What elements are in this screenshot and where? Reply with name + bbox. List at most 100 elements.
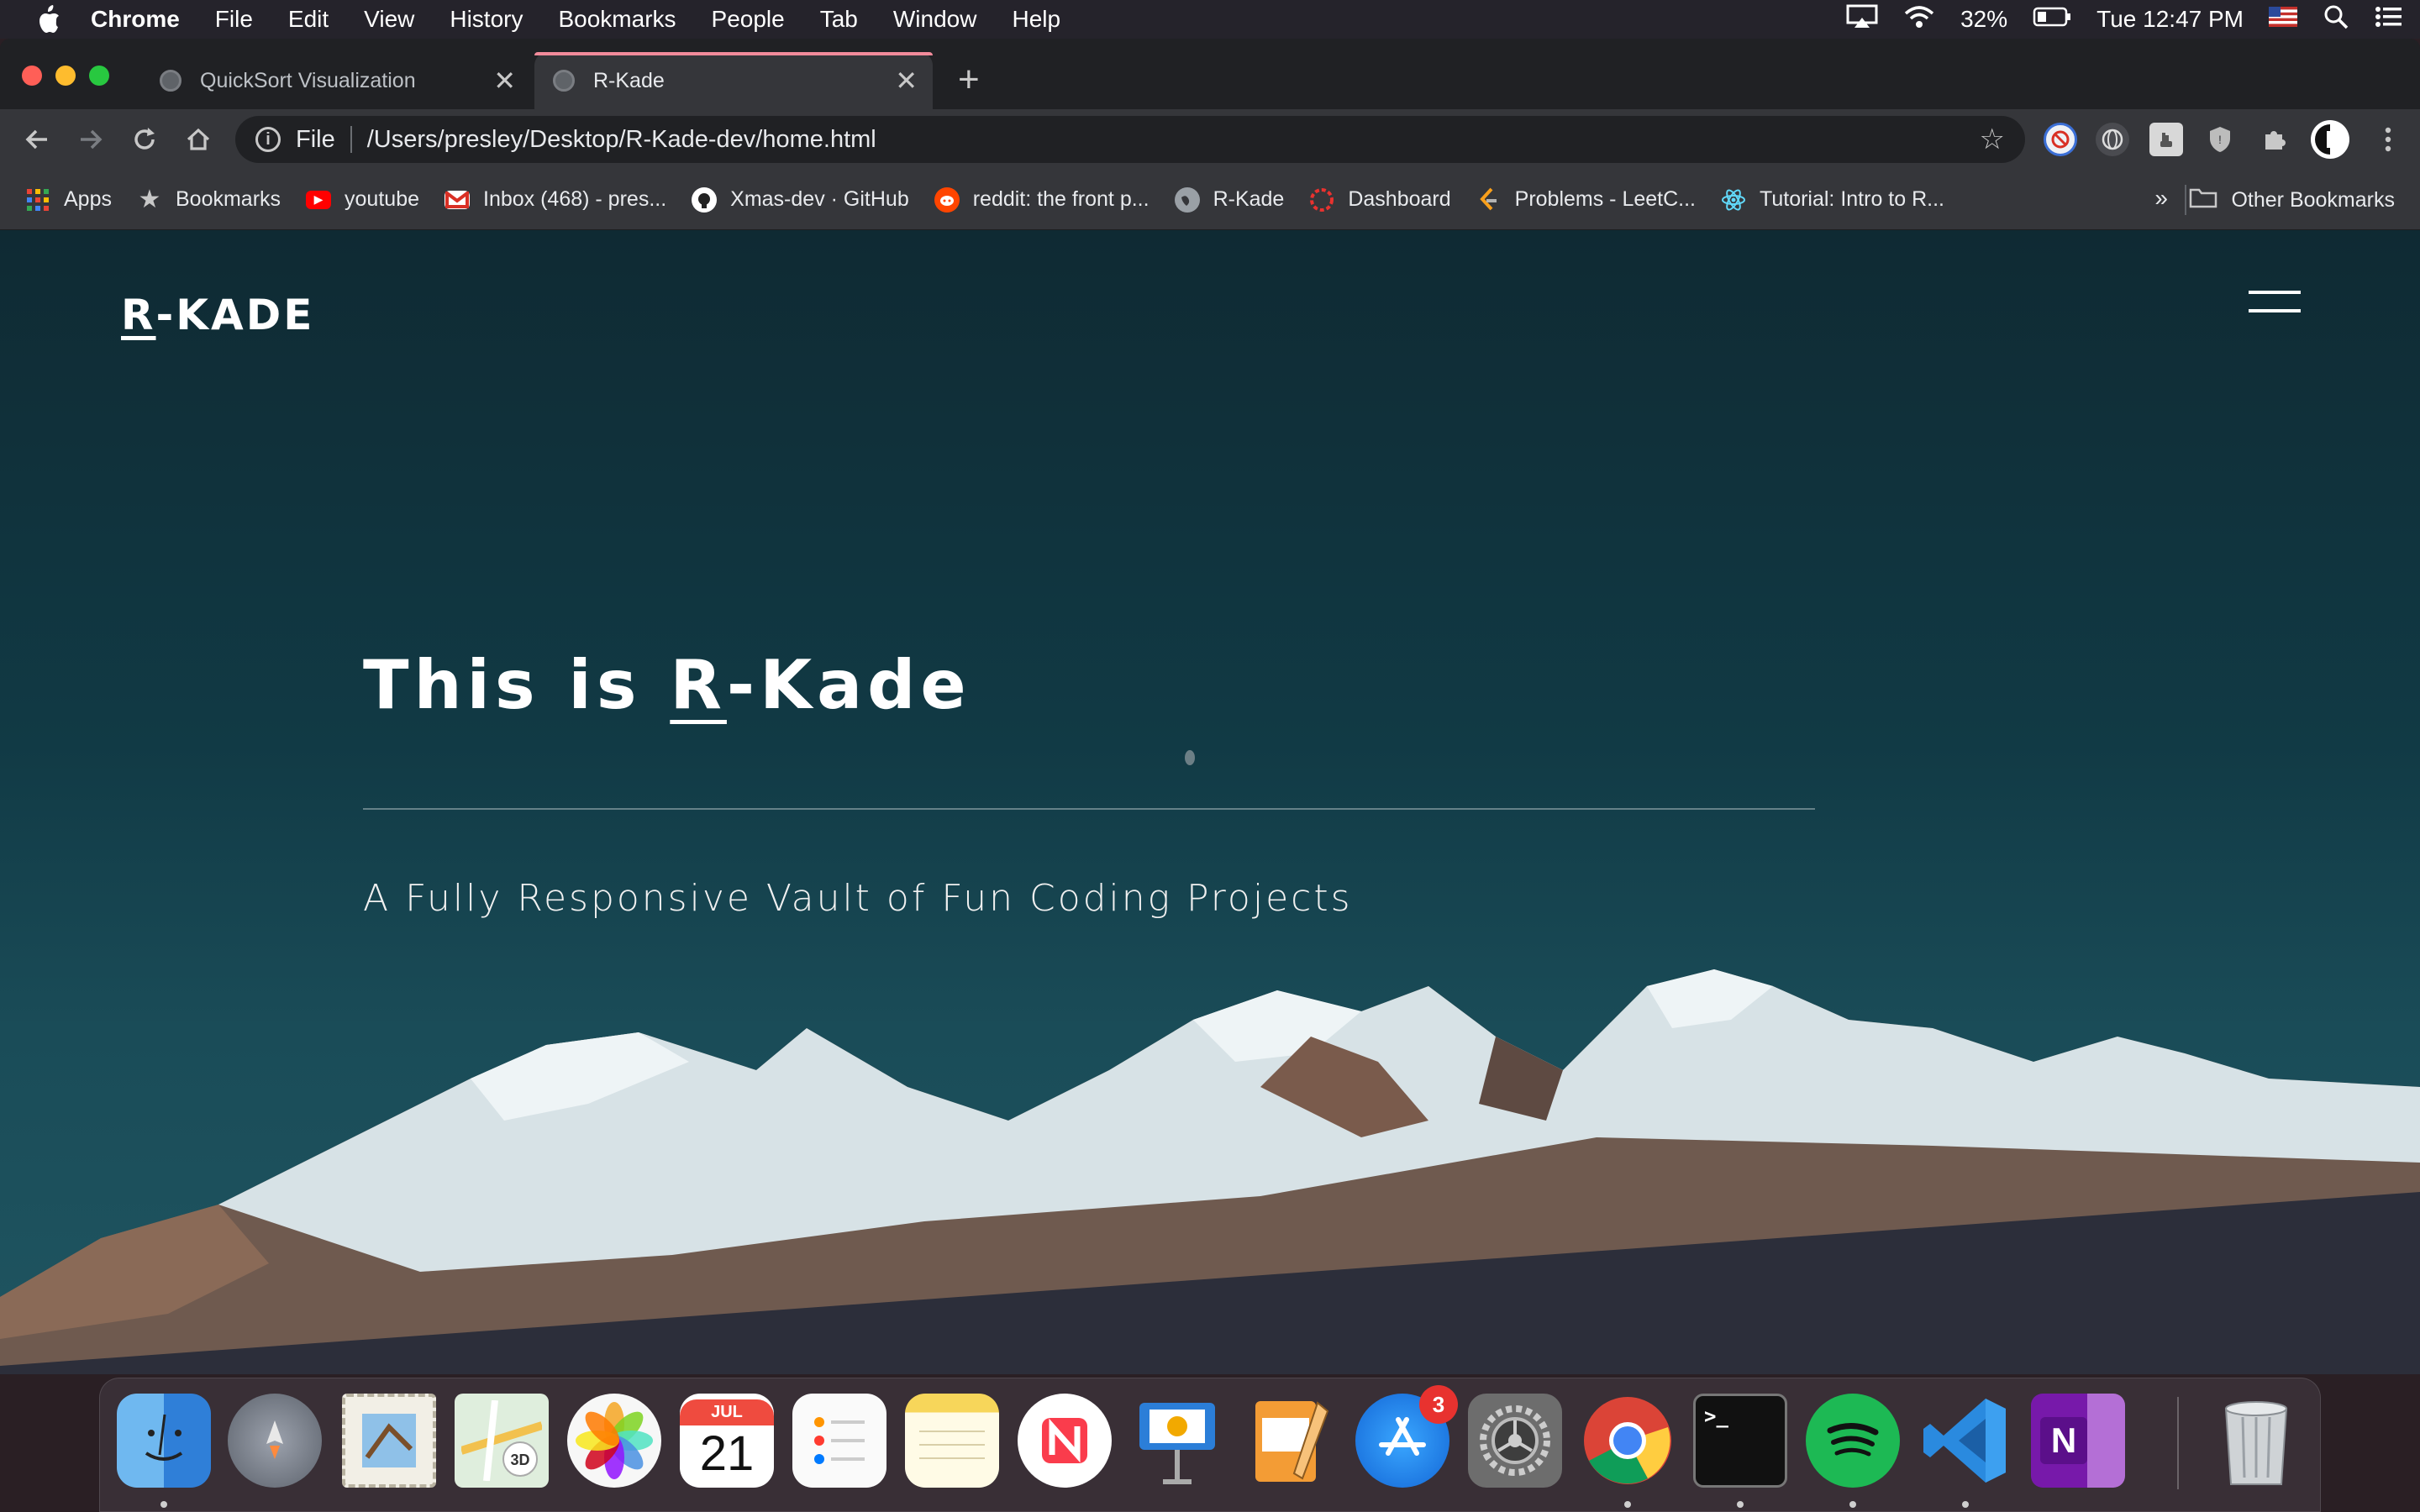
bookmark-react-tutorial[interactable]: Tutorial: Intro to R... [1721,187,1944,213]
menu-edit[interactable]: Edit [288,6,329,33]
extension-hand-icon[interactable] [2149,123,2183,156]
spotlight-icon[interactable] [2323,3,2349,36]
tab-r-kade[interactable]: R-Kade ✕ [534,52,933,109]
us-flag-icon[interactable] [2269,6,2297,33]
url-text[interactable]: /Users/presley/Desktop/R-Kade-dev/home.h… [367,126,876,154]
running-indicator [160,1501,167,1508]
close-window-button[interactable] [22,66,42,86]
profile-avatar[interactable] [2311,120,2349,159]
pages-icon[interactable] [1243,1394,1337,1488]
reddit-icon [934,186,960,213]
wifi-icon[interactable] [1903,4,1935,35]
keynote-icon[interactable] [1130,1394,1224,1488]
bookmark-label: Problems - LeetC... [1514,187,1696,211]
menu-window[interactable]: Window [893,6,977,33]
bookmark-dashboard[interactable]: Dashboard [1309,187,1451,213]
airplay-icon[interactable] [1846,4,1878,35]
chrome-window: QuickSort Visualization ✕ R-Kade ✕ + i F… [0,39,2420,1374]
bookmark-youtube[interactable]: ▶ youtube [306,187,419,212]
bookmark-label: Xmas-dev · GitHub [730,187,909,211]
macos-dock: 3D JUL 21 3 >_ N [99,1378,2321,1512]
reminders-icon[interactable] [792,1394,886,1488]
menu-view[interactable]: View [364,6,414,33]
extension-globe-icon[interactable] [2096,123,2129,156]
menu-people[interactable]: People [712,6,785,33]
mail-icon[interactable] [342,1394,436,1488]
dashboard-icon [1309,187,1334,213]
tab-quicksort[interactable]: QuickSort Visualization ✕ [141,52,531,109]
app-store-icon[interactable]: 3 [1355,1385,1458,1488]
zoom-window-button[interactable] [89,66,109,86]
menu-help[interactable]: Help [1012,6,1060,33]
menu-clock[interactable]: Tue 12:47 PM [2096,6,2244,33]
menu-app-name[interactable]: Chrome [91,6,180,33]
trash-icon[interactable] [2209,1394,2303,1488]
spotify-icon[interactable] [1806,1394,1900,1488]
apple-menu-icon[interactable] [32,3,66,36]
forward-arrow-icon[interactable] [69,118,113,161]
youtube-icon: ▶ [306,190,332,209]
hero-subtitle: A Fully Responsive Vault of Fun Coding P… [363,877,1353,920]
bookmark-r-kade[interactable]: R-Kade [1174,186,1284,213]
other-bookmarks-folder[interactable]: Other Bookmarks [2189,170,2395,230]
chrome-icon[interactable] [1581,1394,1675,1488]
battery-icon[interactable] [2033,6,2071,34]
shield-icon[interactable]: ! [2203,123,2237,156]
bookmark-apps[interactable]: Apps [25,187,112,213]
menu-file[interactable]: File [215,6,253,33]
address-bar[interactable]: i File /Users/presley/Desktop/R-Kade-dev… [235,116,2025,163]
bookmark-star-icon[interactable]: ☆ [1980,123,2005,156]
running-indicator [1962,1501,1969,1508]
globe-icon [160,70,182,92]
home-icon[interactable] [176,118,220,161]
maps-icon[interactable]: 3D [455,1394,549,1488]
finder-icon[interactable] [117,1394,211,1488]
bookmark-github[interactable]: Xmas-dev · GitHub [692,186,909,213]
bookmark-label: Apps [64,187,112,211]
hamburger-menu-icon[interactable] [2249,291,2301,316]
running-indicator [1624,1501,1631,1508]
other-bookmarks-label: Other Bookmarks [2231,187,2395,212]
extensions-puzzle-icon[interactable] [2257,123,2291,156]
close-tab-icon[interactable]: ✕ [895,65,918,97]
system-preferences-icon[interactable] [1468,1394,1562,1488]
hero-title: This is R-Kade [363,646,971,724]
apps-grid-icon [25,187,50,213]
onenote-icon[interactable]: N [2031,1394,2125,1488]
bookmark-reddit[interactable]: reddit: the front p... [934,186,1150,213]
bookmark-gmail[interactable]: Inbox (468) - pres... [445,187,666,212]
bookmarks-overflow-button[interactable]: » [2154,185,2168,212]
bookmark-label: youtube [345,187,419,211]
launchpad-icon[interactable] [228,1394,322,1488]
news-icon[interactable] [1018,1394,1112,1488]
menu-history[interactable]: History [450,6,523,33]
site-logo[interactable]: R-KADE [121,291,314,339]
site-info-icon[interactable]: i [255,127,281,152]
minimize-window-button[interactable] [55,66,76,86]
terminal-icon[interactable]: >_ [1693,1394,1787,1488]
battery-percent[interactable]: 32% [1960,6,2007,33]
url-scheme: File [296,125,335,153]
tab-strip: QuickSort Visualization ✕ R-Kade ✕ + [0,39,2420,109]
globe-icon [1174,186,1200,213]
running-indicator [1849,1501,1856,1508]
bookmark-label: Dashboard [1348,187,1451,211]
bookmark-leetcode[interactable]: Problems - LeetC... [1476,187,1696,213]
close-tab-icon[interactable]: ✕ [493,65,516,97]
photos-icon[interactable] [567,1394,661,1488]
back-arrow-icon[interactable] [15,118,59,161]
menu-tab[interactable]: Tab [820,6,858,33]
macos-menu-bar: Chrome File Edit View History Bookmarks … [0,0,2420,39]
chrome-menu-icon[interactable] [2366,118,2410,161]
calendar-icon[interactable]: JUL 21 [680,1394,774,1488]
bookmark-bookmarks[interactable]: ★ Bookmarks [137,186,281,213]
vscode-icon[interactable] [1918,1394,2012,1488]
extension-block-icon[interactable] [2044,123,2077,156]
svg-text:!: ! [2218,133,2222,146]
menu-bookmarks[interactable]: Bookmarks [558,6,676,33]
notification-center-icon[interactable] [2375,5,2403,34]
reload-icon[interactable] [123,118,166,161]
notes-icon[interactable] [905,1394,999,1488]
svg-text:3D: 3D [510,1452,529,1468]
new-tab-button[interactable]: + [958,59,980,101]
